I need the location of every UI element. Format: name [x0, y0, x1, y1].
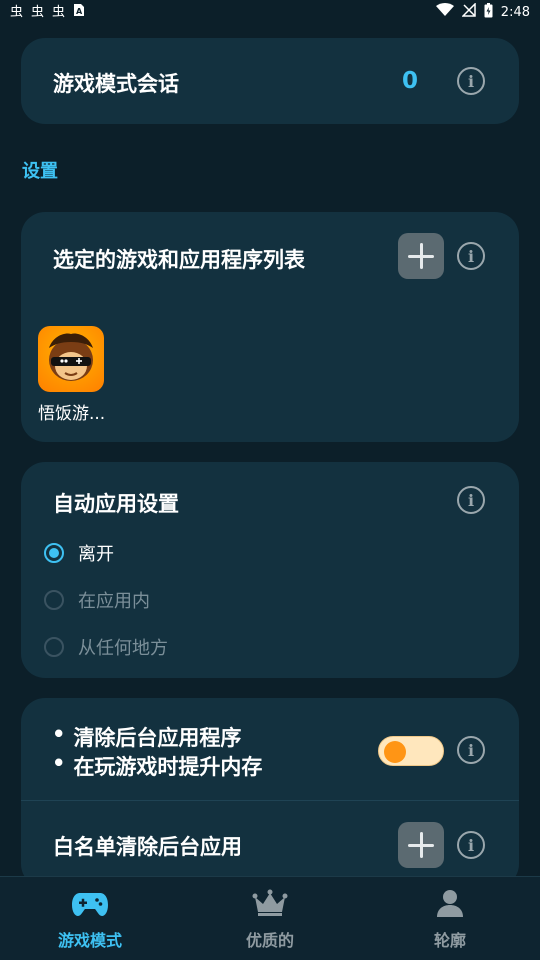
crown-icon [252, 889, 288, 921]
radio-label: 离开 [78, 544, 114, 565]
nav-label: 优质的 [245, 931, 294, 950]
auto-apply-title: 自动应用设置 [53, 492, 179, 516]
bullet-mark: • [52, 722, 66, 746]
bullet-mark: • [52, 751, 66, 775]
bullet-text: 清除后台应用程序 [73, 726, 242, 750]
add-whitelist-button[interactable] [398, 822, 444, 868]
nav-label: 游戏模式 [57, 931, 122, 950]
memory-boost-toggle[interactable] [378, 736, 444, 766]
bottom-nav: 游戏模式 优质的 轮廓 [0, 876, 540, 960]
no-signal-icon [460, 2, 476, 21]
sim-icon: A [73, 3, 85, 21]
boost-info-icon[interactable]: i [457, 736, 485, 764]
boost-bullet-1: • 清除后台应用程序 [52, 722, 241, 752]
bug-icon: 虫 [31, 4, 45, 20]
session-count: 0 [402, 68, 419, 94]
toggle-knob [384, 741, 406, 763]
radio-label: 在应用内 [78, 591, 150, 612]
radio-option-anywhere[interactable]: 从任何地方 [44, 634, 168, 660]
radio-label: 从任何地方 [78, 638, 168, 659]
bullet-text: 在玩游戏时提升内存 [73, 755, 263, 779]
whitelist-info-icon[interactable]: i [457, 831, 485, 859]
whitelist-title: 白名单清除后台应用 [53, 835, 242, 859]
settings-section-label: 设置 [22, 161, 58, 182]
radio-button[interactable] [44, 590, 64, 610]
auto-apply-info-icon[interactable]: i [457, 486, 485, 514]
wifi-icon [435, 3, 454, 21]
nav-profile[interactable]: 轮廓 [360, 877, 540, 960]
boost-bullet-2: • 在玩游戏时提升内存 [52, 751, 262, 781]
game-session-card: 游戏模式会话 0 i [21, 38, 519, 124]
session-info-icon[interactable]: i [457, 67, 485, 95]
nav-game-mode[interactable]: 游戏模式 [0, 877, 180, 960]
apps-list-title: 选定的游戏和应用程序列表 [53, 248, 305, 272]
person-icon [432, 889, 468, 921]
bug-icon: 虫 [52, 4, 66, 20]
radio-button[interactable] [44, 637, 64, 657]
bug-icon: 虫 [10, 4, 24, 20]
status-right-icons: 2:48 [435, 2, 530, 22]
add-app-button[interactable] [398, 233, 444, 279]
session-title: 游戏模式会话 [53, 72, 179, 96]
status-time: 2:48 [500, 4, 530, 20]
radio-button[interactable] [44, 543, 64, 563]
app-label: 悟饭游... [38, 404, 106, 424]
radio-option-leave[interactable]: 离开 [44, 540, 114, 566]
nav-label: 轮廓 [433, 931, 466, 950]
svg-text:A: A [76, 7, 83, 16]
apps-info-icon[interactable]: i [457, 242, 485, 270]
status-left-icons: 虫 虫 虫 A [10, 3, 85, 21]
battery-icon [484, 2, 493, 22]
game-app-icon[interactable] [38, 326, 104, 392]
gamepad-icon [72, 889, 108, 921]
nav-premium[interactable]: 优质的 [180, 877, 360, 960]
radio-option-in-app[interactable]: 在应用内 [44, 587, 150, 613]
card-divider [21, 800, 519, 801]
status-bar: 虫 虫 虫 A 2:48 [0, 0, 540, 24]
